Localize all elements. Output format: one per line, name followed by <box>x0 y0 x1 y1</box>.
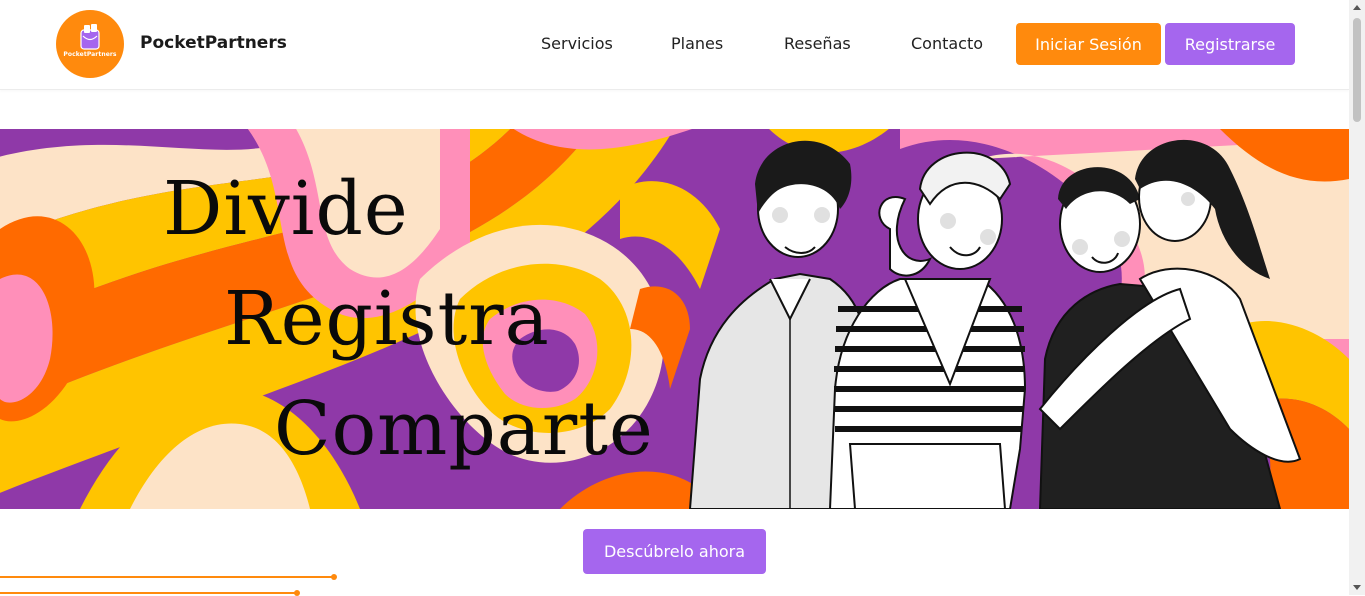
nav-link-planes[interactable]: Planes <box>671 34 723 53</box>
nav-link-contacto[interactable]: Contacto <box>911 34 983 53</box>
scroll-down-icon[interactable] <box>1353 585 1361 590</box>
hero-banner: Divide Registra Comparte <box>0 129 1349 509</box>
hero-word-divide: Divide <box>163 166 409 252</box>
wallet-icon <box>80 24 100 50</box>
site-header: PocketPartners PocketPartners Servicios … <box>0 0 1349 90</box>
hero-word-comparte: Comparte <box>274 386 654 472</box>
login-button[interactable]: Iniciar Sesión <box>1016 23 1161 65</box>
brand-name[interactable]: PocketPartners <box>140 33 287 53</box>
page-scrollbar[interactable] <box>1349 0 1365 595</box>
decorative-dot <box>294 590 300 596</box>
hero-word-registra: Registra <box>224 276 550 362</box>
discover-button[interactable]: Descúbrelo ahora <box>583 529 766 574</box>
scroll-up-icon[interactable] <box>1353 5 1361 10</box>
register-button[interactable]: Registrarse <box>1165 23 1295 65</box>
decorative-line <box>0 592 296 594</box>
decorative-line <box>0 576 333 578</box>
nav-link-servicios[interactable]: Servicios <box>541 34 613 53</box>
logo[interactable]: PocketPartners <box>56 10 124 78</box>
decorative-dot <box>331 574 337 580</box>
nav-link-resenas[interactable]: Reseñas <box>784 34 851 53</box>
logo-text: PocketPartners <box>63 51 117 58</box>
scroll-thumb[interactable] <box>1353 18 1361 122</box>
group-of-friends-illustration <box>688 139 1302 509</box>
